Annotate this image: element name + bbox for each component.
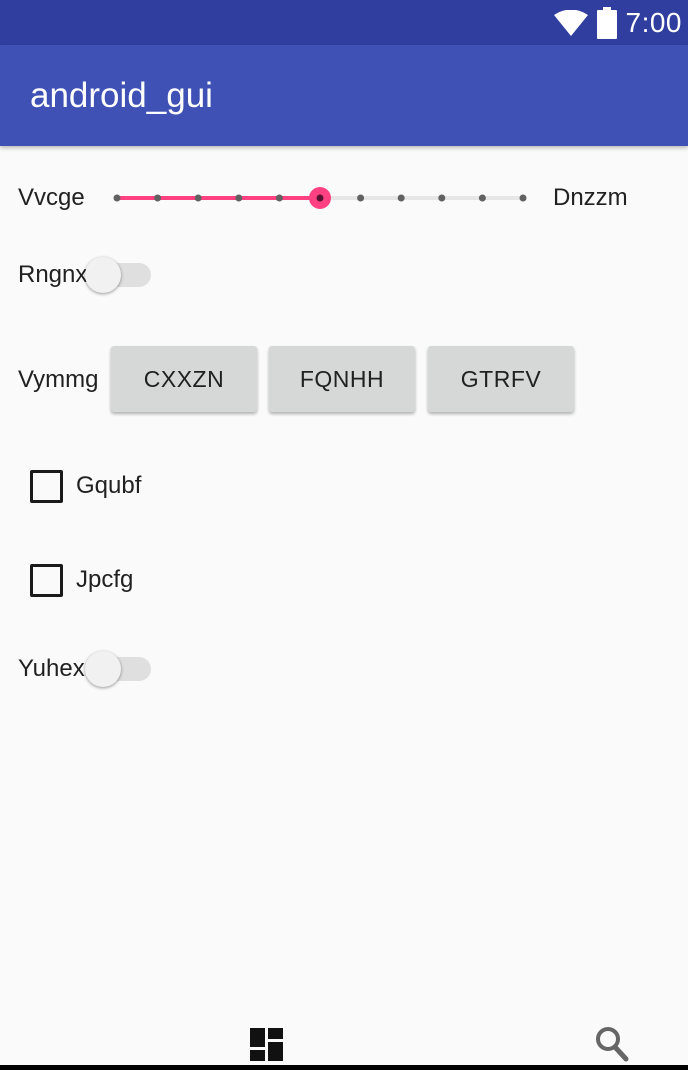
- slider-tick: [438, 194, 446, 202]
- status-time: 7:00: [625, 6, 682, 38]
- bottom-nav: [0, 1010, 688, 1070]
- slider-tick: [154, 194, 162, 202]
- slider-tick: [275, 194, 283, 202]
- checkbox-jpcfg[interactable]: Jpcfg: [30, 560, 133, 600]
- checkbox-box[interactable]: [30, 469, 63, 503]
- switch-rngnx[interactable]: [85, 254, 155, 294]
- dashboard-icon[interactable]: [250, 1028, 283, 1061]
- slider-tick: [397, 194, 405, 202]
- switch-thumb: [85, 257, 121, 293]
- checkbox-gqubf[interactable]: Gqubf: [30, 466, 141, 506]
- checkbox-gqubf-label: Gqubf: [76, 472, 142, 499]
- status-bar: 7:00: [0, 0, 688, 45]
- page-title: android_gui: [30, 75, 213, 115]
- switch-yuhex-label: Yuhex: [18, 655, 85, 682]
- battery-icon: [596, 6, 617, 39]
- slider-tick: [194, 194, 202, 202]
- checkbox-box[interactable]: [30, 563, 63, 597]
- switch-rngnx-label: Rngnx: [18, 261, 88, 288]
- app-bar: android_gui: [0, 45, 688, 146]
- slider-left-label: Vvcge: [18, 184, 85, 211]
- search-icon[interactable]: [595, 1026, 629, 1062]
- fqnhh-button[interactable]: FQNHH: [269, 346, 415, 412]
- discrete-slider[interactable]: [108, 178, 536, 218]
- switch-yuhex[interactable]: [85, 648, 155, 688]
- wifi-icon: [553, 9, 588, 36]
- slider-thumb-tick: [316, 194, 324, 202]
- switch-thumb: [85, 651, 121, 687]
- slider-tick: [357, 194, 365, 202]
- button-group-label: Vymmg: [18, 366, 99, 393]
- cxxzn-button[interactable]: CXXZN: [111, 346, 257, 412]
- checkbox-jpcfg-label: Jpcfg: [76, 566, 134, 593]
- slider-right-label: Dnzzm: [553, 184, 628, 211]
- gtrfv-button[interactable]: GTRFV: [428, 346, 574, 412]
- slider-tick: [519, 194, 527, 202]
- slider-track[interactable]: [108, 178, 536, 218]
- nav-bar-edge: [0, 1065, 688, 1070]
- slider-tick: [113, 194, 121, 202]
- slider-tick: [478, 194, 486, 202]
- slider-tick: [235, 194, 243, 202]
